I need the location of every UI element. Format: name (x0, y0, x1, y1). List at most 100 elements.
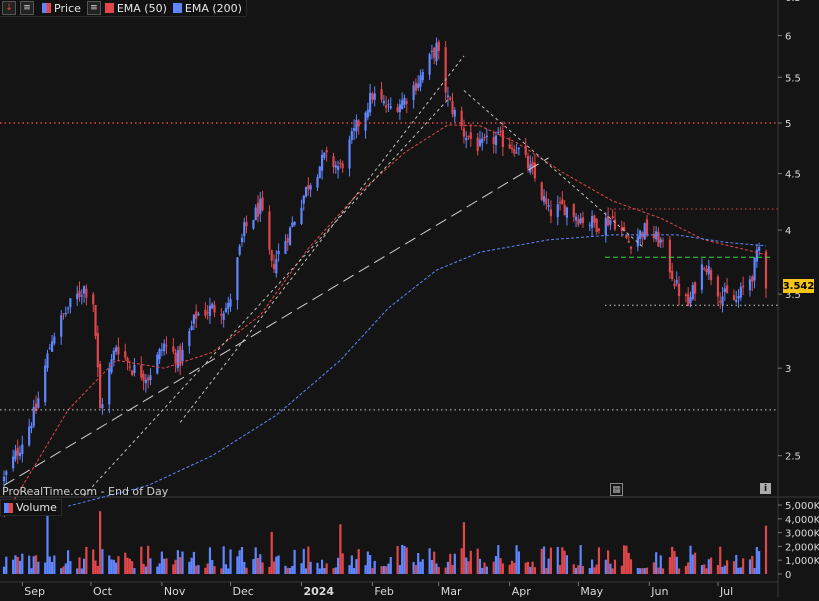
volume-bar (18, 560, 22, 574)
volume-bar (403, 545, 406, 574)
ema50-swatch (104, 3, 114, 13)
volume-bar (652, 562, 655, 574)
volume-bar (252, 559, 255, 574)
volume-bar (16, 556, 19, 574)
volume-bar (80, 568, 83, 574)
volume-bar (689, 545, 692, 574)
chart-canvas: 6.565.554.543.532.55,000K4,000K3,000K2,0… (0, 0, 819, 598)
volume-bar (748, 559, 752, 574)
volume-bar (30, 568, 33, 574)
ema50-legend-label[interactable]: EMA (50) (117, 2, 167, 15)
volume-bar (687, 562, 690, 574)
volume-bar (128, 558, 131, 574)
volume-bar (417, 552, 420, 574)
volume-bar (755, 547, 758, 574)
volume-bar (101, 549, 104, 574)
volume-bar (211, 560, 214, 574)
volume-bar (156, 566, 159, 574)
volume-bar (144, 566, 147, 574)
date-tick-label: Jul (719, 585, 733, 597)
volume-bar (675, 556, 678, 574)
volume-bar (465, 557, 468, 574)
volume-bar (96, 565, 99, 574)
volume-bar (595, 564, 598, 574)
volume-bar (66, 550, 70, 574)
volume-bar (268, 566, 271, 574)
list-icon[interactable]: ≡ (20, 1, 34, 15)
volume-bar (742, 558, 745, 574)
volume-bar (28, 555, 31, 574)
volume-bar (693, 552, 697, 574)
volume-bar (453, 553, 456, 574)
volume-bar (176, 550, 180, 574)
volume-bar (716, 565, 720, 574)
volume-tick-label: 2,000K (785, 542, 819, 553)
volume-bar (110, 559, 113, 574)
volume-bar (668, 557, 671, 574)
volume-bar (613, 559, 617, 574)
volume-bar (275, 556, 278, 574)
volume-bar (655, 552, 658, 574)
volume-bar (558, 565, 562, 574)
volume-bar (76, 568, 79, 574)
volume-bar (174, 559, 177, 574)
volume-bar (703, 564, 706, 574)
volume-bar (318, 568, 321, 574)
price-tick-label: 2.5 (785, 452, 801, 463)
volume-bar (179, 557, 182, 574)
volume-bar (350, 555, 353, 574)
date-tick-label: Apr (512, 585, 532, 597)
volume-bar (82, 558, 86, 574)
volume-bar (277, 555, 280, 574)
volume-bar (499, 558, 502, 574)
volume-bar (467, 561, 470, 574)
volume-bar (737, 567, 740, 574)
candle (156, 352, 159, 375)
volume-bar (227, 568, 230, 574)
volume-bar (92, 549, 95, 574)
volume-bar (163, 558, 166, 574)
volume-bar (526, 561, 530, 574)
volume-bar (604, 559, 607, 574)
ema200-legend-label[interactable]: EMA (200) (185, 2, 246, 15)
volume-bar (332, 568, 335, 574)
volume-bar (462, 522, 466, 574)
volume-bar (446, 561, 450, 574)
volume-bar (220, 568, 223, 574)
volume-bar (197, 565, 200, 574)
volume-bar (373, 560, 376, 574)
price-legend: ↓ ≡ Price ≡ EMA (50) EMA (200) (0, 0, 247, 17)
volume-bar (428, 548, 431, 574)
volume-bar (691, 554, 694, 574)
watermark: ProRealTime.com - End of Day (2, 485, 169, 498)
volume-bar (224, 564, 228, 574)
volume-bar (140, 546, 143, 574)
calendar-icon[interactable]: ▦ (610, 483, 623, 496)
volume-bar (641, 568, 644, 574)
volume-bar (414, 565, 417, 574)
volume-bar (108, 555, 111, 574)
volume-bar (588, 568, 591, 574)
volume-bar (387, 563, 390, 574)
volume-bar (620, 565, 623, 574)
down-arrow-icon[interactable]: ↓ (2, 1, 16, 15)
date-tick-label: Nov (164, 585, 186, 597)
volume-bar (627, 552, 630, 574)
volume-bar (607, 550, 610, 574)
price-legend-label[interactable]: Price (54, 2, 81, 15)
volume-bar (492, 561, 495, 574)
volume-tick-label: 3,000K (785, 529, 819, 540)
volume-bar (590, 559, 594, 574)
volume-bar (78, 557, 81, 574)
volume-bar (510, 560, 514, 574)
info-icon[interactable]: i (760, 483, 771, 494)
volume-bar (593, 567, 596, 574)
volume-bar (44, 562, 47, 574)
volume-bar (366, 551, 369, 574)
volume-bar (208, 547, 212, 574)
settings-list-icon[interactable]: ≡ (86, 1, 101, 15)
volume-bar (739, 567, 742, 574)
volume-bar (735, 554, 738, 574)
volume-legend-label[interactable]: Volume (16, 501, 57, 514)
volume-bar (449, 553, 452, 574)
